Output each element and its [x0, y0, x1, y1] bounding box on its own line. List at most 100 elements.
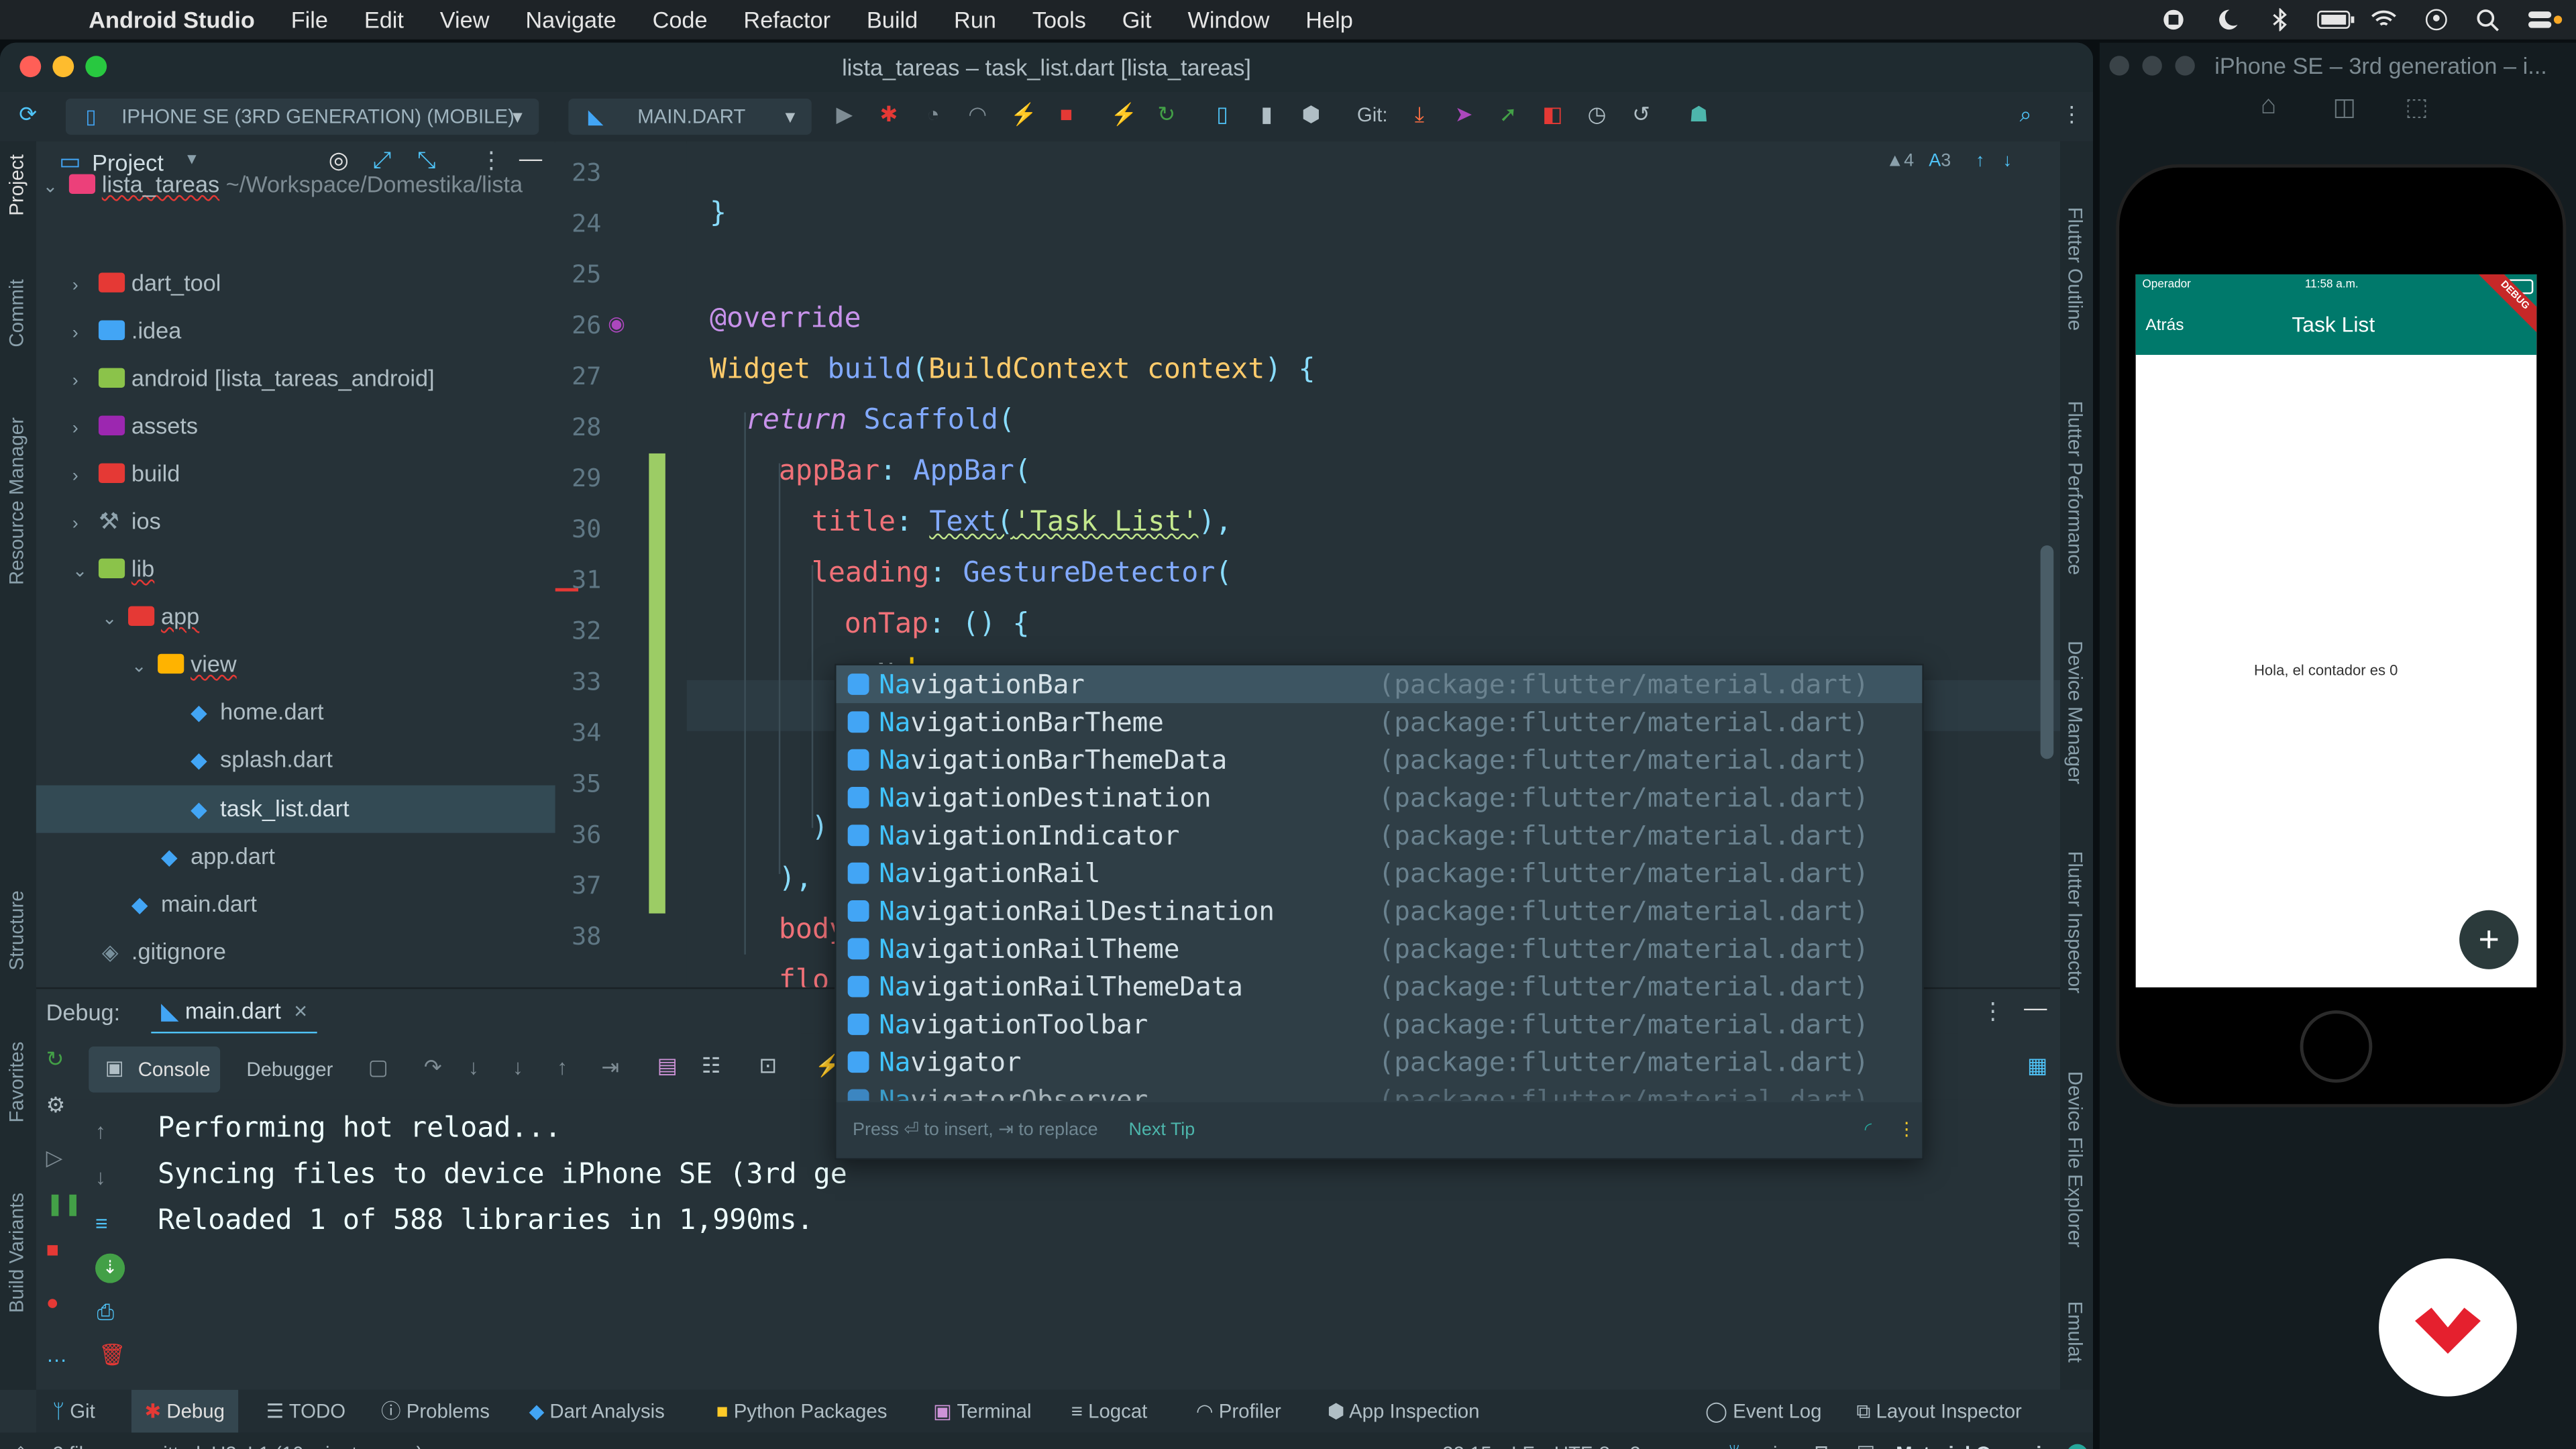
- home-icon[interactable]: ⌂: [2261, 92, 2277, 121]
- scroll-down-icon[interactable]: ↓: [95, 1165, 106, 1189]
- bluetooth-icon[interactable]: [2264, 7, 2294, 32]
- floating-add-button[interactable]: +: [2459, 910, 2519, 969]
- tab-python-packages[interactable]: ■ Python Packages: [716, 1390, 888, 1433]
- tab-profiler[interactable]: ◠ Profiler: [1196, 1390, 1281, 1433]
- tree-item-app-folder[interactable]: ⌄ app: [102, 593, 199, 639]
- stop-icon[interactable]: ■: [46, 1237, 59, 1262]
- tab-commit[interactable]: Commit: [5, 279, 28, 347]
- tree-item-gitignore[interactable]: ◈ .gitignore: [102, 928, 226, 975]
- theme-name[interactable]: Material Oceanic: [1896, 1442, 2053, 1449]
- user-icon[interactable]: [2422, 8, 2451, 31]
- git-branch[interactable]: ᛘ main: [1728, 1442, 1788, 1449]
- run-config-selector[interactable]: ◣ MAIN.DART ▾: [568, 98, 812, 135]
- tab-event-log[interactable]: ◯ Event Log: [1705, 1390, 1821, 1433]
- status-message[interactable]: 2 files committed: U3_L1 (10 minutes ago…: [52, 1442, 423, 1449]
- tab-emulator[interactable]: Emulat: [2063, 1301, 2086, 1362]
- export-icon[interactable]: ⊡: [759, 1053, 777, 1079]
- tab-terminal[interactable]: ▣ Terminal: [933, 1390, 1032, 1433]
- git-compare-icon[interactable]: ◧: [1541, 103, 1564, 126]
- screenshot-icon[interactable]: ◫: [2333, 92, 2357, 122]
- tab-dart-analysis[interactable]: ◆ Dart Analysis: [529, 1390, 665, 1433]
- notification-icon[interactable]: ▤: [1856, 1441, 1875, 1449]
- debugger-tab[interactable]: Debugger: [246, 1058, 333, 1081]
- step-over-icon[interactable]: ↷: [424, 1055, 442, 1081]
- hide-panel-icon[interactable]: —: [2024, 994, 2047, 1020]
- profile-icon[interactable]: ◠: [966, 103, 989, 126]
- menu-navigate[interactable]: Navigate: [525, 7, 616, 33]
- tab-device-manager[interactable]: Device Manager: [2063, 641, 2086, 784]
- tab-project[interactable]: Project: [5, 154, 28, 215]
- control-center-icon[interactable]: [2527, 8, 2563, 31]
- caret-position[interactable]: 32:15: [1442, 1442, 1492, 1449]
- menu-tools[interactable]: Tools: [1032, 7, 1086, 33]
- git-push-icon[interactable]: ➚: [1497, 103, 1519, 126]
- menu-run[interactable]: Run: [954, 7, 996, 33]
- clear-all-icon[interactable]: 🗑: [99, 1342, 125, 1368]
- tree-item-lib[interactable]: ⌄ lib: [72, 545, 154, 592]
- search-icon[interactable]: ⌕: [2014, 103, 2037, 126]
- evaluate-expression-icon[interactable]: ▤: [657, 1053, 678, 1079]
- menu-view[interactable]: View: [440, 7, 490, 33]
- line-separator[interactable]: LF: [1511, 1442, 1534, 1449]
- completion-item[interactable]: NavigationIndicator (package:flutter/mate…: [837, 816, 1923, 854]
- run-icon[interactable]: ▶: [833, 103, 856, 126]
- force-step-into-icon[interactable]: ↓: [513, 1055, 523, 1079]
- editor-scrollbar[interactable]: [2040, 545, 2054, 759]
- completion-item[interactable]: NavigationBarTheme (package:flutter/mater…: [837, 703, 1923, 741]
- phone-screen[interactable]: Operador 11:58 a.m. DEBUG Atrás Task Lis…: [2135, 274, 2537, 987]
- debug-session-tab[interactable]: ◣ main.dart ×: [151, 989, 317, 1035]
- tree-item-task-list-dart[interactable]: ◆ task_list.dart: [191, 786, 350, 832]
- settings-gear-icon[interactable]: ⚙: [46, 1093, 66, 1119]
- android-robot-icon[interactable]: ☗: [1687, 103, 1710, 126]
- git-update-icon[interactable]: ⤓: [1408, 103, 1431, 126]
- tree-item-ios[interactable]: › ⚒ ios: [72, 498, 161, 544]
- device-mirror-icon[interactable]: ▮: [1255, 103, 1278, 126]
- view-breakpoints-icon[interactable]: ●: [46, 1289, 59, 1314]
- menu-build[interactable]: Build: [867, 7, 918, 33]
- completion-item[interactable]: NavigationRail (package:flutter/material.…: [837, 854, 1923, 892]
- flutter-hot-reload-icon[interactable]: ⚡: [1111, 103, 1138, 126]
- vcs-change-marker[interactable]: [649, 453, 665, 914]
- git-commit-icon[interactable]: ➤: [1452, 103, 1475, 126]
- completion-item-partial[interactable]: NavigatorObserver (package:flutter/materi…: [837, 1081, 1923, 1101]
- tree-item-splash-dart[interactable]: ◆ splash.dart: [191, 736, 333, 782]
- completion-item[interactable]: NavigationRailTheme (package:flutter/mate…: [837, 930, 1923, 967]
- tab-structure[interactable]: Structure: [5, 890, 28, 970]
- completion-item[interactable]: NavigationToolbar (package:flutter/materi…: [837, 1006, 1923, 1043]
- layout-toggle-icon[interactable]: ▦: [2027, 1053, 2047, 1079]
- more-options-icon[interactable]: ⋮: [1981, 998, 2004, 1026]
- tab-todo[interactable]: ☰ TODO: [266, 1390, 345, 1433]
- more-options-icon[interactable]: ⋮: [2060, 103, 2083, 126]
- close-window-icon[interactable]: [19, 56, 42, 78]
- tree-item-app-dart[interactable]: ◆ app.dart: [161, 833, 275, 879]
- back-button[interactable]: Atrás: [2145, 317, 2184, 335]
- maximize-window-icon[interactable]: [2175, 56, 2195, 76]
- stop-icon[interactable]: ■: [1055, 103, 1077, 126]
- close-icon[interactable]: ×: [294, 998, 307, 1024]
- indent-setting[interactable]: 2 spaces: [1629, 1442, 1709, 1449]
- completion-item[interactable]: NavigationDestination (package:flutter/ma…: [837, 779, 1923, 816]
- coverage-icon[interactable]: ◔: [922, 103, 945, 126]
- menu-git[interactable]: Git: [1122, 7, 1152, 33]
- menu-refactor[interactable]: Refactor: [743, 7, 830, 33]
- completion-item[interactable]: Navigator (package:flutter/material.dart): [837, 1043, 1923, 1081]
- tab-flutter-outline[interactable]: Flutter Outline: [2063, 207, 2086, 331]
- hot-restart-icon[interactable]: ↻: [1155, 103, 1178, 126]
- device-manager-icon[interactable]: ▯: [1211, 103, 1234, 126]
- step-into-icon[interactable]: ↓: [468, 1055, 479, 1079]
- console-tab[interactable]: ▣ Console: [89, 1046, 221, 1093]
- pause-icon[interactable]: ❚❚: [46, 1191, 82, 1218]
- chevron-down-icon[interactable]: ▾: [187, 148, 197, 169]
- tree-item-android[interactable]: › android [lista_tareas_android]: [72, 355, 435, 401]
- more-options-icon[interactable]: ⋮: [1898, 1102, 1916, 1158]
- run-to-cursor-icon[interactable]: ⇥: [601, 1055, 619, 1081]
- completion-item[interactable]: NavigationRailDestination (package:flutte…: [837, 892, 1923, 930]
- tree-root[interactable]: ⌄ lista_tareas ~/Workspace/Domestika/list…: [43, 168, 523, 201]
- tree-item-main-dart[interactable]: ◆ main.dart: [131, 881, 257, 927]
- tab-resource-manager[interactable]: Resource Manager: [5, 417, 28, 585]
- rotate-icon[interactable]: ⬚: [2405, 92, 2428, 122]
- tab-flutter-inspector[interactable]: Flutter Inspector: [2063, 851, 2086, 994]
- minimize-window-icon[interactable]: [52, 56, 74, 78]
- phone-home-button[interactable]: [2300, 1010, 2373, 1083]
- git-rollback-icon[interactable]: ↺: [1629, 103, 1652, 126]
